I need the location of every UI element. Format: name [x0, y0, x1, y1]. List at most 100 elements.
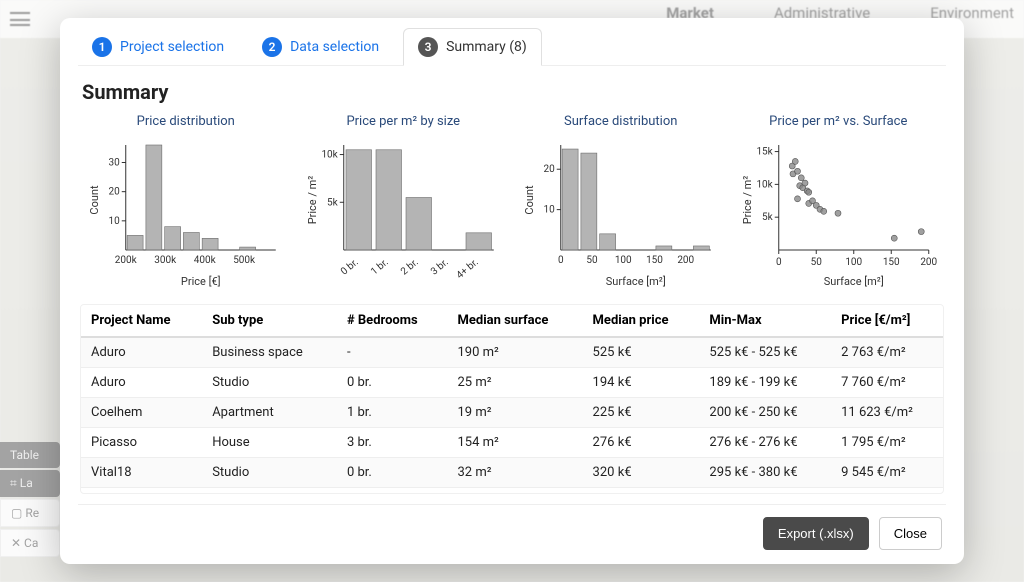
table-cell: 1 br.: [337, 398, 448, 428]
column-header[interactable]: # Bedrooms: [337, 305, 448, 337]
table-cell: Aduro: [81, 337, 202, 368]
svg-text:30: 30: [109, 158, 121, 169]
table-row[interactable]: PicassoHouse3 br.154 m²276 k€276 k€ - 27…: [81, 428, 943, 458]
svg-text:200: 200: [920, 257, 937, 268]
table-cell: 79 m²: [447, 488, 582, 495]
table-cell: 320 k€: [583, 458, 700, 488]
tab-label: Data selection: [290, 39, 379, 55]
svg-text:50: 50: [586, 255, 598, 266]
table-cell: Aduro: [81, 368, 202, 398]
table-cell: Business space: [202, 337, 337, 368]
svg-text:20: 20: [109, 187, 121, 198]
table-cell: 32 m²: [447, 458, 582, 488]
tab-badge-1: 1: [92, 37, 112, 57]
modal-footer: Export (.xlsx) Close: [78, 504, 946, 564]
column-header[interactable]: Median surface: [447, 305, 582, 337]
table-cell: 276 k€ - 276 k€: [699, 428, 831, 458]
page-title: Summary: [82, 80, 942, 104]
table-cell: 525 k€: [583, 337, 700, 368]
close-button[interactable]: Close: [879, 517, 942, 550]
column-header[interactable]: Sub type: [202, 305, 337, 337]
svg-text:150: 150: [882, 257, 899, 268]
table-cell: Apartment: [202, 488, 337, 495]
svg-text:15k: 15k: [756, 147, 773, 158]
table-cell: 295 k€ - 380 k€: [699, 458, 831, 488]
tab-data-selection[interactable]: 2 Data selection: [248, 28, 393, 65]
svg-text:2 br.: 2 br.: [398, 257, 420, 278]
table-cell: 190 m²: [447, 337, 582, 368]
summary-modal: 1 Project selection 2 Data selection 3 S…: [60, 18, 964, 564]
tab-project-selection[interactable]: 1 Project selection: [78, 28, 238, 65]
charts-row: Price distribution Count Price [€] 10 20 30 2…: [82, 114, 942, 290]
tab-badge-3: 3: [418, 37, 438, 57]
svg-text:Price / m²: Price / m²: [740, 176, 753, 225]
svg-text:10: 10: [544, 205, 556, 216]
chart-title: Price per m² vs. Surface: [735, 114, 943, 129]
chart-price-distribution: Price distribution Count Price [€] 10 20 30 2…: [82, 114, 290, 290]
svg-text:3 br.: 3 br.: [428, 257, 450, 278]
svg-text:100: 100: [845, 257, 862, 268]
table-cell: 200 k€ - 250 k€: [699, 398, 831, 428]
svg-text:10k: 10k: [756, 179, 773, 190]
table-cell: 189 k€ - 199 k€: [699, 368, 831, 398]
svg-text:Surface [m²]: Surface [m²]: [606, 275, 666, 288]
svg-text:Surface [m²]: Surface [m²]: [823, 275, 883, 288]
svg-text:10: 10: [109, 216, 121, 227]
table-cell: 445 k€ - 445 k€: [699, 488, 831, 495]
column-header[interactable]: Min-Max: [699, 305, 831, 337]
column-header[interactable]: Median price: [583, 305, 700, 337]
svg-text:20: 20: [544, 164, 556, 175]
table-cell: Picasso: [81, 428, 202, 458]
table-cell: 525 k€ - 525 k€: [699, 337, 831, 368]
table-cell: 1 795 €/m²: [831, 428, 943, 458]
tab-badge-2: 2: [262, 37, 282, 57]
table-cell: 225 k€: [583, 398, 700, 428]
column-header[interactable]: Project Name: [81, 305, 202, 337]
svg-text:0: 0: [775, 257, 781, 268]
table-cell: Vital18: [81, 458, 202, 488]
svg-text:200: 200: [677, 255, 694, 266]
tab-label: Summary (8): [446, 39, 527, 55]
export-button[interactable]: Export (.xlsx): [763, 517, 869, 550]
table-cell: 2 br.: [337, 488, 448, 495]
table-cell: 0 br.: [337, 368, 448, 398]
table-cell: House: [202, 428, 337, 458]
table-row[interactable]: AduroBusiness space-190 m²525 k€525 k€ -…: [81, 337, 943, 368]
table-cell: 445 k€: [583, 488, 700, 495]
table-cell: 19 m²: [447, 398, 582, 428]
chart-price-per-m2-size: Price per m² by size Price / m²5k10k0 br…: [300, 114, 508, 290]
svg-text:300k: 300k: [154, 255, 177, 266]
table-row[interactable]: Vital18Studio0 br.32 m²320 k€295 k€ - 38…: [81, 458, 943, 488]
table-cell: Studio: [202, 368, 337, 398]
svg-text:10k: 10k: [321, 150, 338, 161]
svg-text:400k: 400k: [194, 255, 217, 266]
table-cell: 154 m²: [447, 428, 582, 458]
chart-title: Price distribution: [82, 114, 290, 129]
chart-title: Price per m² by size: [300, 114, 508, 129]
table-cell: 11 623 €/m²: [831, 398, 943, 428]
svg-text:150: 150: [646, 255, 663, 266]
svg-text:Price [€]: Price [€]: [181, 275, 221, 288]
svg-text:0 br.: 0 br.: [338, 257, 360, 278]
table-cell: 276 k€: [583, 428, 700, 458]
table-cell: 5 633 €/m²: [831, 488, 943, 495]
table-cell: 3 br.: [337, 428, 448, 458]
svg-text:Count: Count: [88, 185, 101, 215]
table-cell: 0 br.: [337, 458, 448, 488]
column-header[interactable]: Price [€/m²]: [831, 305, 943, 337]
modal-tabs: 1 Project selection 2 Data selection 3 S…: [78, 18, 946, 66]
table-cell: -: [337, 337, 448, 368]
svg-text:4+ br.: 4+ br.: [454, 257, 480, 281]
svg-text:200k: 200k: [115, 255, 138, 266]
chart-title: Surface distribution: [517, 114, 725, 129]
svg-text:1 br.: 1 br.: [368, 257, 390, 278]
table-row[interactable]: AduroStudio0 br.25 m²194 k€189 k€ - 199 …: [81, 368, 943, 398]
svg-text:Count: Count: [523, 185, 536, 215]
svg-text:50: 50: [810, 257, 822, 268]
tab-summary[interactable]: 3 Summary (8): [403, 28, 542, 66]
summary-table[interactable]: Project NameSub type# BedroomsMedian sur…: [80, 304, 944, 494]
table-row[interactable]: CoelhemApartment1 br.19 m²225 k€200 k€ -…: [81, 398, 943, 428]
svg-text:Price / m²: Price / m²: [305, 176, 318, 225]
table-cell: Coelhem: [81, 398, 202, 428]
table-row[interactable]: Apartment2 br.79 m²445 k€445 k€ - 445 k€…: [81, 488, 943, 495]
